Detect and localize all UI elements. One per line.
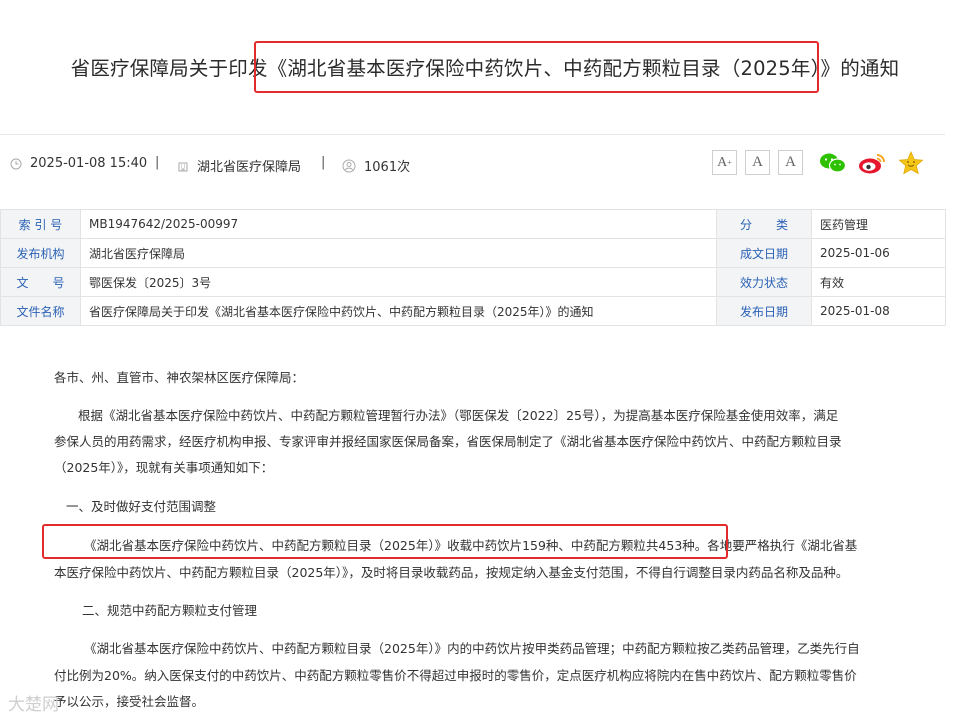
value-issuing-agency: 湖北省医疗保障局 — [80, 238, 717, 268]
meta-publisher-text: 湖北省医疗保障局 — [197, 160, 302, 175]
paragraph-line: 本医疗保险中药饮片、中药配方颗粒目录（2025年）》，及时将目录收载药品，按规定… — [54, 565, 849, 580]
meta-separator: | — [155, 155, 160, 170]
paragraph-line: 参保人员的用药需求，经医疗机构申报、专家评审并报经国家医保局备案，省医保局制定了… — [54, 434, 842, 449]
value-document-number: 鄂医保发〔2025〕3号 — [80, 267, 717, 297]
favorite-star-icon — [898, 151, 924, 175]
meta-views-text: 1061次 — [364, 160, 411, 175]
clock-icon — [10, 158, 22, 169]
meta-separator: | — [321, 155, 326, 170]
label-index-number: 索 引 号 — [0, 209, 81, 239]
user-icon — [342, 159, 356, 172]
divider — [0, 134, 945, 135]
font-size-increase-button[interactable]: A + — [712, 150, 737, 175]
page-title: 省医疗保障局关于印发《湖北省基本医疗保险中药饮片、中药配方颗粒目录（2025年）… — [70, 57, 900, 80]
value-publish-date: 2025-01-08 — [811, 296, 946, 326]
weibo-share-button[interactable] — [857, 150, 887, 176]
font-size-decrease-button[interactable]: A — [778, 150, 803, 175]
section-heading: 二、规范中药配方颗粒支付管理 — [82, 603, 258, 618]
salutation: 各市、州、直管市、神农架林区医疗保障局： — [54, 370, 305, 385]
table-row: 发布机构 湖北省医疗保障局 成文日期 2025-01-06 — [0, 238, 946, 268]
paragraph-line: （2025年）》，现就有关事项通知如下： — [54, 460, 274, 475]
label-drafted-date: 成文日期 — [716, 238, 812, 268]
label-document-name: 文件名称 — [0, 296, 81, 326]
label-validity-status: 效力状态 — [716, 267, 812, 297]
value-document-name: 省医疗保障局关于印发《湖北省基本医疗保险中药饮片、中药配方颗粒目录（2025年）… — [80, 296, 717, 326]
paragraph-line: 《湖北省基本医疗保险中药饮片、中药配方颗粒目录（2025年）》收载中药饮片159… — [84, 538, 858, 553]
section-heading: 一、及时做好支付范围调整 — [66, 499, 217, 514]
table-row: 文件名称 省医疗保障局关于印发《湖北省基本医疗保险中药饮片、中药配方颗粒目录（2… — [0, 296, 946, 326]
building-icon — [178, 162, 188, 171]
table-row: 文 号 鄂医保发〔2025〕3号 效力状态 有效 — [0, 267, 946, 297]
table-row: 索 引 号 MB1947642/2025-00997 分 类 医药管理 — [0, 209, 946, 239]
font-size-default-button[interactable]: A — [745, 150, 770, 175]
document-info-table: 索 引 号 MB1947642/2025-00997 分 类 医药管理 发布机构… — [0, 209, 946, 326]
value-index-number: MB1947642/2025-00997 — [80, 209, 717, 239]
label-document-number: 文 号 — [0, 267, 81, 297]
paragraph-line: 付比例为20%。纳入医保支付的中药饮片、中药配方颗粒零售价不得超过申报时的零售价… — [54, 668, 857, 683]
label-publish-date: 发布日期 — [716, 296, 812, 326]
paragraph-line: 予以公示，接受社会监督。 — [54, 694, 205, 709]
label-issuing-agency: 发布机构 — [0, 238, 81, 268]
value-drafted-date: 2025-01-06 — [811, 238, 946, 268]
meta-views: 1061次 — [342, 156, 410, 175]
article-meta-bar: 2025-01-08 15:40 | 湖北省医疗保障局 | 1061次 A + A… — [0, 150, 945, 178]
meta-datetime-text: 2025-01-08 15:40 — [30, 156, 148, 171]
label-category: 分 类 — [716, 209, 812, 239]
meta-publisher: 湖北省医疗保障局 — [177, 156, 301, 175]
watermark-text: 大楚网 — [8, 695, 59, 715]
value-category: 医药管理 — [811, 209, 946, 239]
value-validity-status: 有效 — [811, 267, 946, 297]
weibo-icon — [859, 154, 885, 174]
favorite-button[interactable] — [896, 150, 926, 176]
paragraph-line: 根据《湖北省基本医疗保险中药饮片、中药配方颗粒管理暂行办法》（鄂医保发〔2022… — [78, 408, 839, 423]
meta-datetime: 2025-01-08 15:40 — [10, 156, 147, 171]
wechat-share-button[interactable] — [818, 150, 848, 176]
paragraph-line: 《湖北省基本医疗保险中药饮片、中药配方颗粒目录（2025年）》内的中药饮片按甲类… — [84, 641, 860, 656]
wechat-icon — [820, 153, 847, 173]
